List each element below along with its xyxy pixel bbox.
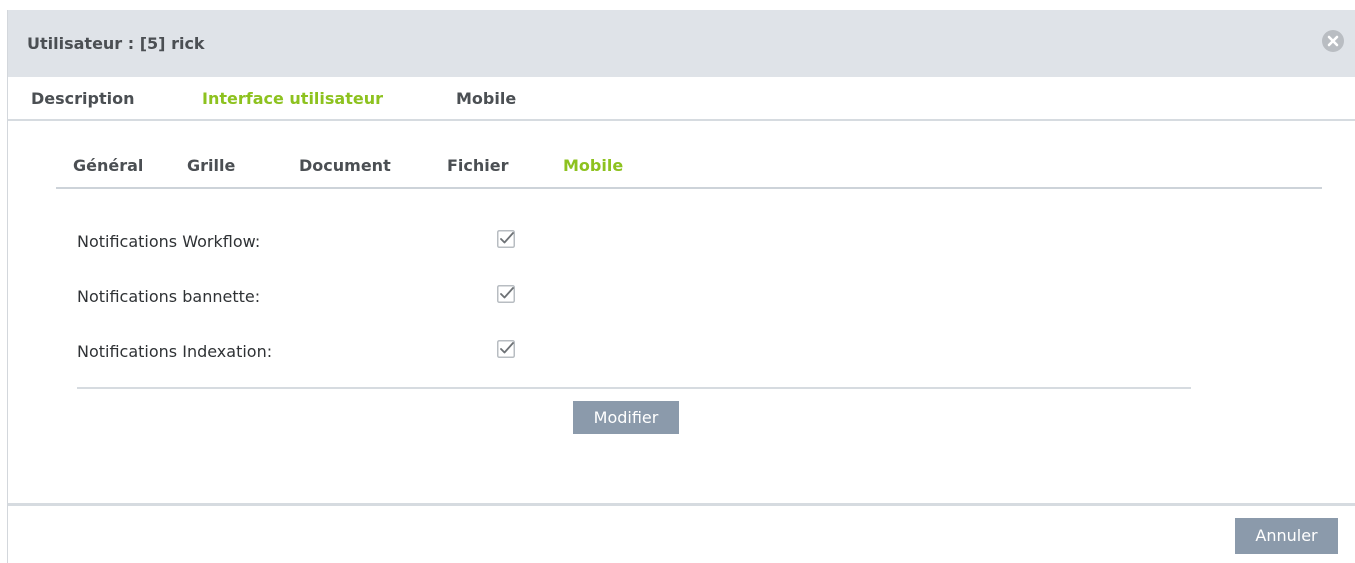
user-dialog: Utilisateur : [5] rick Description Inter… — [7, 10, 1355, 563]
notifications-bannette-checkbox[interactable] — [497, 285, 515, 303]
tab-interface-utilisateur[interactable]: Interface utilisateur — [202, 89, 383, 108]
form-divider — [77, 387, 1191, 389]
modify-button[interactable]: Modifier — [573, 401, 679, 434]
footer-divider — [8, 503, 1355, 506]
close-icon[interactable] — [1322, 30, 1344, 52]
tab-mobile[interactable]: Mobile — [456, 89, 516, 108]
subtab-document[interactable]: Document — [299, 156, 391, 175]
notifications-workflow-checkbox[interactable] — [497, 230, 515, 248]
notifications-indexation-checkbox[interactable] — [497, 340, 515, 358]
sub-tabs: Général Grille Document Fichier Mobile — [56, 147, 1322, 189]
dialog-titlebar: Utilisateur : [5] rick — [8, 10, 1355, 77]
subtab-grille[interactable]: Grille — [187, 156, 235, 175]
notifications-workflow-label: Notifications Workflow: — [77, 232, 261, 251]
subtab-general[interactable]: Général — [73, 156, 143, 175]
main-tabs: Description Interface utilisateur Mobile — [8, 77, 1355, 121]
tab-description[interactable]: Description — [31, 89, 134, 108]
cancel-button[interactable]: Annuler — [1235, 518, 1338, 554]
notifications-indexation-label: Notifications Indexation: — [77, 342, 273, 361]
subtab-fichier[interactable]: Fichier — [447, 156, 509, 175]
dialog-title: Utilisateur : [5] rick — [27, 34, 205, 53]
notifications-bannette-label: Notifications bannette: — [77, 287, 261, 306]
subtab-mobile[interactable]: Mobile — [563, 156, 623, 175]
